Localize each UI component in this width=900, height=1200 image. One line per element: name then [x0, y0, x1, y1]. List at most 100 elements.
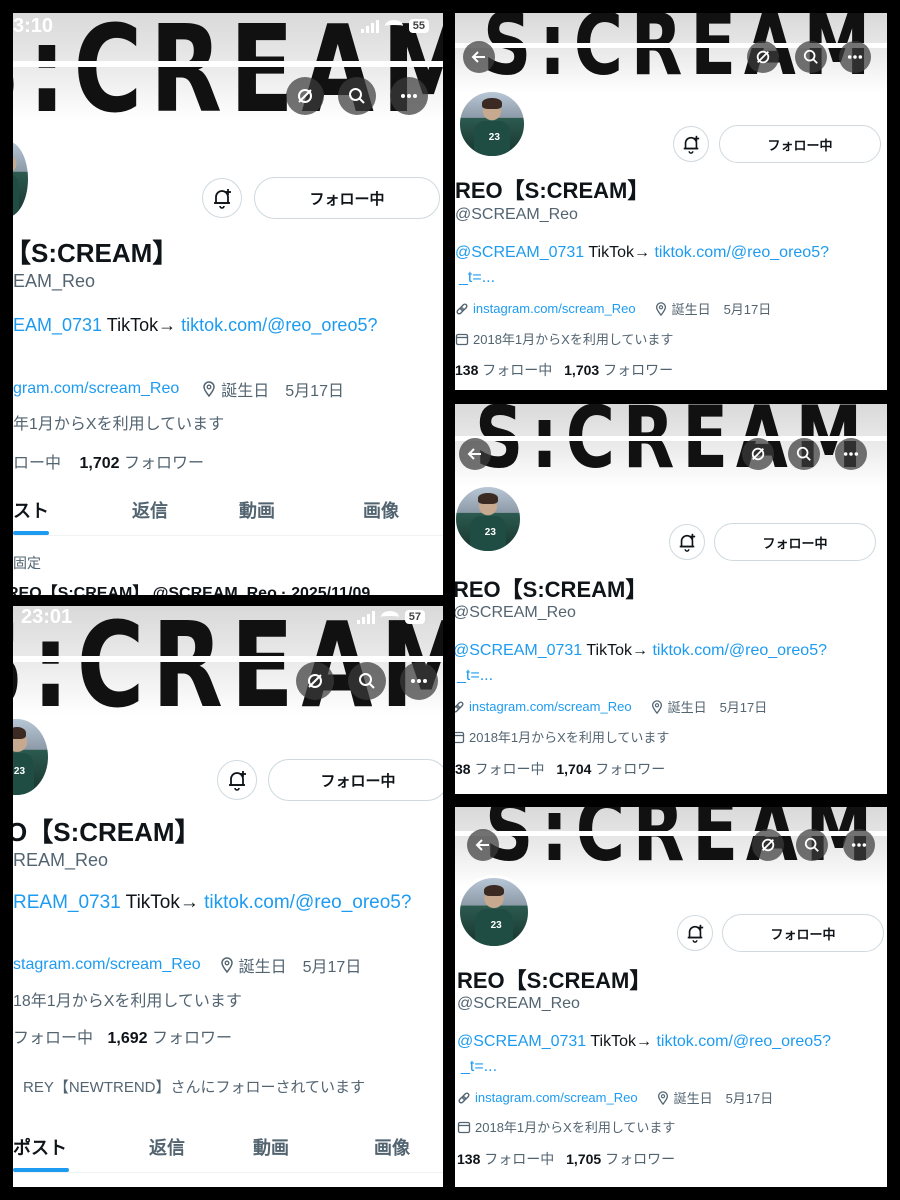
battery-icon: 55	[408, 19, 429, 33]
bio-mention-link[interactable]: @SCREAM_0731	[457, 1033, 586, 1050]
more-button[interactable]	[390, 77, 428, 115]
tab-posts[interactable]: ポスト	[13, 1134, 67, 1160]
avatar[interactable]	[13, 138, 31, 220]
search-button[interactable]	[348, 662, 386, 700]
website-link[interactable]: instagram.com/scream_Reo	[475, 1090, 638, 1105]
following-label[interactable]: フォロー中	[13, 1030, 93, 1047]
followed-by-note[interactable]: REY【NEWTREND】さんにフォローされています	[23, 1076, 365, 1097]
profile-panel-3: S:CREAM 23 フォロー中 REO【S:CREAM】 @SCREAM_Re…	[455, 404, 887, 794]
followers-count[interactable]: 1,703	[564, 362, 599, 378]
following-count[interactable]: 138	[457, 1151, 480, 1167]
tab-images[interactable]: 画像	[374, 1134, 410, 1160]
link-icon	[458, 1091, 470, 1104]
bio-mention-link[interactable]: REAM_0731	[13, 892, 121, 913]
bio-mention-link[interactable]: @SCREAM_0731	[455, 244, 584, 261]
following-button[interactable]: フォロー中	[719, 125, 881, 163]
back-button[interactable]	[463, 41, 495, 73]
user-handle: @SCREAM_Reo	[455, 206, 578, 223]
bio-tiktok-link[interactable]: tiktok.com/@reo_oreo5?	[652, 642, 827, 659]
website-link[interactable]: stagram.com/scream_Reo	[13, 956, 201, 974]
bio-mention-link[interactable]: EAM_0731	[13, 315, 102, 335]
user-handle: @SCREAM_Reo	[455, 604, 576, 621]
more-button[interactable]	[400, 662, 438, 700]
following-button[interactable]: フォロー中	[268, 759, 443, 801]
notify-button[interactable]	[202, 178, 242, 218]
followers-count[interactable]: 1,704	[556, 761, 591, 777]
following-count[interactable]: 138	[455, 362, 478, 378]
pinned-post-header[interactable]: REO【S:CREAM】 @SCREAM_Reo · 2025/11/09	[13, 579, 370, 595]
bio-tiktok-link[interactable]: tiktok.com/@reo_oreo5?	[656, 1033, 831, 1050]
tab-images[interactable]: 画像	[363, 497, 399, 523]
bio-mention-link[interactable]: @SCREAM_0731	[455, 642, 582, 659]
website-link[interactable]: instagram.com/scream_Reo	[469, 699, 632, 714]
followers-label[interactable]: フォロワー	[124, 455, 204, 472]
following-label[interactable]: フォロー中	[474, 761, 544, 777]
more-button[interactable]	[839, 41, 871, 73]
bio-link-continuation[interactable]: _t=...	[457, 667, 493, 685]
bell-plus-icon	[214, 189, 231, 209]
search-button[interactable]	[788, 438, 820, 470]
bio-tiktok-link[interactable]: tiktok.com/@reo_oreo5?	[654, 244, 829, 261]
tab-posts[interactable]: スト	[13, 497, 49, 523]
search-button[interactable]	[338, 77, 376, 115]
following-button[interactable]: フォロー中	[254, 177, 440, 219]
mute-notifications-button[interactable]	[742, 438, 774, 470]
followers-label[interactable]: フォロワー	[152, 1030, 232, 1047]
bio-tiktok-link[interactable]: tiktok.com/@reo_oreo5?	[204, 892, 411, 913]
avatar[interactable]: 23	[455, 484, 523, 554]
mute-notifications-button[interactable]	[752, 829, 784, 861]
followers-label[interactable]: フォロワー	[595, 761, 665, 777]
followers-label[interactable]: フォロワー	[603, 362, 673, 378]
more-button[interactable]	[843, 829, 875, 861]
tab-replies[interactable]: 返信	[149, 1134, 185, 1160]
following-button[interactable]: フォロー中	[714, 523, 876, 561]
profile-panel-5: S:CREAM 23 フォロー中 REO【S:CREAM】 @SCREAM_Re…	[455, 807, 887, 1187]
notify-button[interactable]	[673, 126, 709, 162]
notify-button[interactable]	[677, 915, 713, 951]
avatar[interactable]: 23	[457, 875, 531, 949]
followers-count[interactable]: 1,692	[107, 1030, 147, 1047]
bell-plus-icon	[687, 924, 704, 943]
more-dots-icon	[851, 843, 867, 847]
joined-date: 2018年1月からXを利用しています	[475, 1120, 676, 1135]
avatar[interactable]: 23	[13, 716, 51, 798]
tab-videos[interactable]: 動画	[253, 1134, 289, 1160]
website-link[interactable]: instagram.com/scream_Reo	[473, 301, 636, 316]
back-button[interactable]	[459, 438, 491, 470]
search-icon	[804, 837, 819, 852]
notify-button[interactable]	[217, 760, 257, 800]
back-button[interactable]	[467, 829, 499, 861]
following-button[interactable]: フォロー中	[722, 914, 884, 952]
bio-text: TikTok→	[590, 1033, 652, 1050]
tab-videos[interactable]: 動画	[239, 497, 275, 523]
following-label[interactable]: フォロー中	[482, 362, 552, 378]
user-handle: @SCREAM_Reo	[457, 995, 580, 1012]
mute-notifications-button[interactable]	[747, 41, 779, 73]
followers-count[interactable]: 1,705	[566, 1151, 601, 1167]
bio-link-continuation[interactable]: _t=...	[459, 269, 495, 287]
following-label[interactable]: フォロー中	[484, 1151, 554, 1167]
bio-link-continuation[interactable]: _t=...	[461, 1058, 497, 1076]
mute-notifications-button[interactable]	[296, 662, 334, 700]
location-pin-icon	[657, 1090, 668, 1105]
joined-date: 年1月からXを利用しています	[13, 416, 225, 433]
website-link[interactable]: gram.com/scream_Reo	[13, 380, 179, 398]
search-button[interactable]	[795, 41, 827, 73]
search-button[interactable]	[796, 829, 828, 861]
followers-count[interactable]: 1,702	[79, 455, 119, 472]
following-link[interactable]: ロー中	[13, 455, 61, 472]
back-arrow-icon	[467, 448, 481, 460]
mute-notifications-button[interactable]	[286, 77, 324, 115]
bell-plus-icon	[679, 533, 696, 552]
follow-counts: 138 フォロー中 1,705 フォロワー	[457, 1149, 675, 1169]
following-count[interactable]: 38	[455, 761, 471, 777]
followers-label[interactable]: フォロワー	[605, 1151, 675, 1167]
display-name: REO【S:CREAM】	[455, 577, 648, 602]
notify-button[interactable]	[669, 524, 705, 560]
bio-tiktok-link[interactable]: tiktok.com/@reo_oreo5?	[181, 315, 377, 335]
tab-replies[interactable]: 返信	[132, 497, 168, 523]
joined-date: 18年1月からXを利用しています	[13, 993, 242, 1010]
avatar[interactable]: 23	[457, 89, 527, 159]
display-name: O【S:CREAM】	[13, 817, 201, 847]
more-button[interactable]	[835, 438, 867, 470]
